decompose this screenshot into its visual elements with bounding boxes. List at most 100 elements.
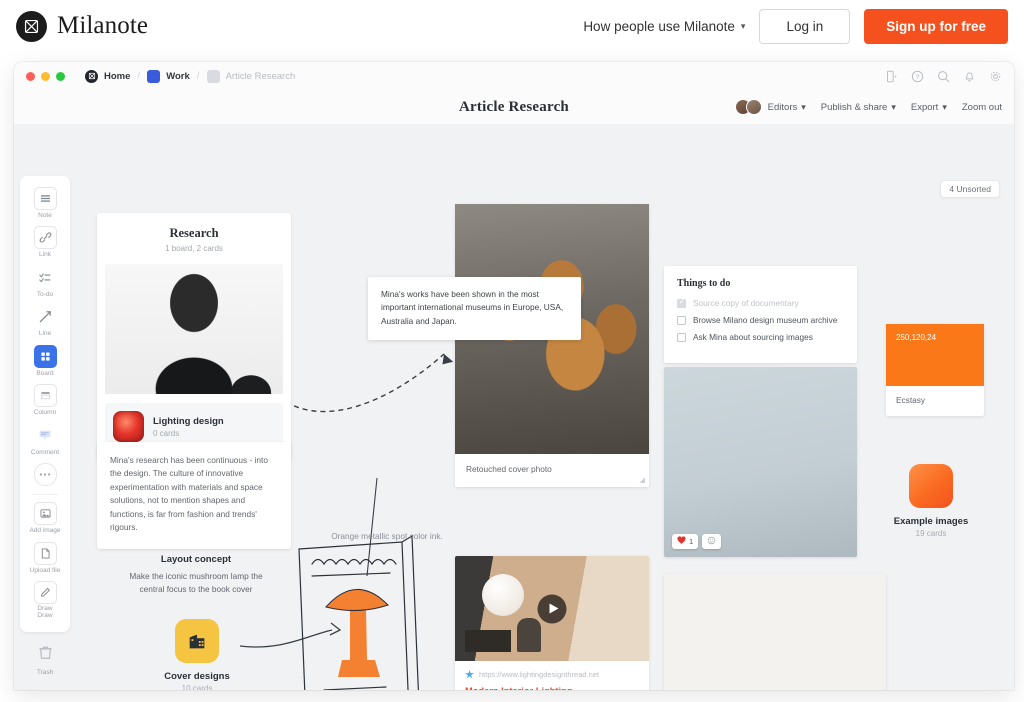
board-canvas[interactable]: Note Link To-do Line Board Column Commen… [14,124,1014,690]
search-icon[interactable] [937,70,950,83]
blueprint-card[interactable] [664,574,886,690]
article-board-icon [206,69,220,83]
add-reaction-button[interactable] [702,534,722,549]
lamp-photo-card[interactable]: Retouched cover photo ◢ [455,204,649,487]
brand-logo[interactable]: Milanote [16,10,148,42]
layout-concept-note[interactable]: Layout concept Make the iconic mushroom … [116,554,276,597]
zoom-out-button[interactable]: Zoom out [962,102,1002,113]
globe-lamp-shape [482,574,524,616]
mobile-icon[interactable] [885,70,898,83]
research-board-card[interactable]: Research 1 board, 2 cards Lighting desig… [97,213,291,459]
export-label: Export [910,101,939,113]
checkbox-icon[interactable] [677,315,686,325]
nav-menu-how-people-use[interactable]: How people use Milanote ▾ [583,19,745,34]
tool-line[interactable]: Line [23,302,67,341]
research-note-card[interactable]: Mina's research has been continuous - in… [97,442,291,549]
publish-share-menu[interactable]: Publish & share ▾ [821,102,896,113]
todo-item[interactable]: Browse Milano design museum archive [677,315,844,325]
tool-rail: Note Link To-do Line Board Column Commen… [20,176,70,632]
column-icon [33,384,57,408]
link-url-row: https://www.lightingdesignthread.net [465,670,639,679]
export-menu[interactable]: Export ▾ [911,102,947,113]
breadcrumb-item-work[interactable]: Work [147,69,190,83]
tool-draw-label-line2: Draw [37,612,53,620]
layout-concept-body: Make the iconic mushroom lamp the centra… [129,571,263,595]
todo-icon [33,265,57,289]
tool-link-label: Link [39,251,51,259]
todo-item[interactable]: Ask Mina about sourcing images [677,332,844,342]
example-images-board[interactable]: Example images 19 cards [887,464,975,538]
link-title[interactable]: Modern Interior Lighting [465,686,639,690]
chevron-down-icon: ▾ [740,20,746,31]
tool-todo-label: To-do [36,290,54,298]
cover-designs-title: Cover designs [164,671,230,682]
things-to-do-heading: Things to do [677,278,731,289]
play-icon[interactable] [537,594,567,623]
tool-draw[interactable]: Draw Draw [23,578,67,624]
tool-comment-label: Comment [30,448,60,456]
tool-note[interactable]: Note [23,184,67,223]
pencil-icon [33,581,57,605]
tool-draw-label: Draw Draw [37,605,53,620]
resize-handle[interactable]: ◢ [640,476,645,484]
annotation-note[interactable]: Orange metallic spot color ink. [327,530,447,543]
line-icon [33,305,57,329]
image-icon [33,502,57,526]
orange-chair-photo [664,367,857,557]
checkbox-checked-icon[interactable] [677,297,686,308]
strawberry-thumb [113,411,144,442]
lamp-photo-caption[interactable]: Retouched cover photo ◢ [455,454,649,487]
window-controls[interactable] [26,71,65,81]
trash-button[interactable]: Trash [20,644,70,676]
heart-reaction[interactable]: 1 [672,534,699,549]
close-window-icon[interactable] [26,71,35,81]
todo-item[interactable]: Source copy of documentary [677,297,844,308]
svg-text:?: ? [916,73,920,80]
building-icon [175,619,219,663]
orange-chair-card[interactable]: 1 [664,367,857,557]
work-board-icon [147,69,161,83]
cover-designs-subtitle: 10 cards [181,684,213,690]
bell-icon[interactable] [963,70,976,83]
color-swatch-card[interactable]: 250,120,24 Ecstasy [886,324,984,416]
cover-designs-board[interactable]: Cover designs 10 cards [154,619,240,690]
video-link-card[interactable]: https://www.lightingdesignthread.net Mod… [455,556,649,690]
board-icon [33,344,57,368]
overlay-note-card[interactable]: Mina's works have been shown in the most… [368,277,581,340]
file-icon [33,541,57,565]
ellipsis-icon [33,463,57,487]
portrait-photo [105,264,283,394]
unsorted-badge[interactable]: 4 Unsorted [940,180,1000,198]
tool-upload-file[interactable]: Upload file [23,539,67,578]
tool-column[interactable]: Column [23,381,67,420]
tool-add-image-label: Add image [29,527,61,535]
checkbox-icon[interactable] [677,332,686,342]
note-icon [33,187,57,210]
tool-more[interactable] [23,460,67,490]
color-swatch-fill: 250,120,24 [886,324,984,386]
login-button[interactable]: Log in [759,8,851,44]
breadcrumb-item-home[interactable]: Home [85,69,130,83]
minimize-window-icon[interactable] [41,71,50,81]
todo-item-label: Ask Mina about sourcing images [693,332,813,342]
color-swatch-name: Ecstasy [896,395,926,405]
lamp-caption-text: Retouched cover photo [466,464,552,474]
breadcrumb-item-article-research[interactable]: Article Research [206,69,295,83]
sub-board-title: Lighting design [153,415,224,427]
tool-todo[interactable]: To-do [23,263,67,302]
sub-board-subtitle: 0 cards [153,428,180,438]
site-header: Milanote How people use Milanote ▾ Log i… [0,0,1024,52]
editors-menu[interactable]: Editors ▾ [734,99,806,115]
reactions-bar: 1 [672,534,722,549]
tool-board[interactable]: Board [23,342,67,381]
signup-button[interactable]: Sign up for free [864,8,1008,44]
tool-add-image[interactable]: Add image [23,499,67,538]
help-icon[interactable]: ? [911,70,924,83]
add-reaction-icon [707,536,716,547]
tool-comment[interactable]: Comment [23,421,67,460]
gear-icon[interactable] [989,70,1002,83]
tool-link[interactable]: Link [23,223,67,262]
chevron-down-icon: ▾ [891,101,896,112]
maximize-window-icon[interactable] [56,71,65,81]
things-to-do-card[interactable]: Things to do Source copy of documentary … [664,266,857,363]
